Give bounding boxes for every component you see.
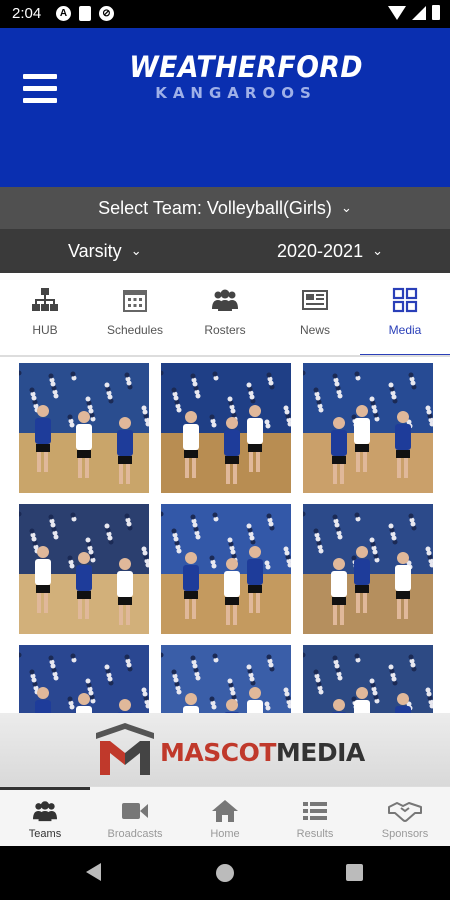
video-camera-icon bbox=[122, 803, 148, 819]
a-icon: A bbox=[56, 6, 71, 21]
app-header: WEATHERFORD KANGAROOS bbox=[0, 28, 450, 187]
grid-icon bbox=[392, 287, 418, 313]
chevron-down-icon: ⌄ bbox=[372, 243, 384, 258]
volleyball-photo-1[interactable] bbox=[19, 363, 149, 493]
home-circle-icon[interactable] bbox=[216, 864, 234, 882]
team-select-value: Volleyball(Girls) bbox=[206, 198, 332, 218]
status-bar: 2:04 A ⊘ bbox=[0, 0, 450, 28]
school-name: WEATHERFORD bbox=[129, 50, 363, 84]
school-logo: WEATHERFORD KANGAROOS bbox=[120, 50, 363, 102]
media-grid bbox=[19, 363, 433, 713]
volleyball-photo-9[interactable] bbox=[303, 645, 433, 713]
team-select-dropdown[interactable]: Select Team: Volleyball(Girls) ⌄ bbox=[0, 187, 450, 229]
status-time: 2:04 bbox=[12, 5, 42, 22]
nav-label: Broadcasts bbox=[107, 828, 163, 840]
signal-icon bbox=[412, 5, 426, 20]
team-select-label: Select Team: bbox=[98, 198, 202, 218]
tab-label: Schedules bbox=[106, 323, 164, 337]
tab-hub[interactable]: HUB bbox=[0, 273, 90, 357]
home-icon bbox=[212, 800, 238, 822]
season-select-dropdown[interactable]: 2020-2021 ⌄ bbox=[277, 241, 383, 262]
no-sync-icon: ⊘ bbox=[99, 6, 114, 21]
tab-news[interactable]: News bbox=[270, 273, 360, 357]
sponsor-name-part1: MASCOT bbox=[160, 738, 276, 767]
filter-bar: Varsity ⌄ 2020-2021 ⌄ bbox=[0, 229, 450, 273]
chevron-down-icon: ⌄ bbox=[340, 200, 352, 215]
nav-label: Teams bbox=[28, 828, 62, 840]
volleyball-photo-2[interactable] bbox=[161, 363, 291, 493]
back-icon[interactable] bbox=[86, 863, 101, 881]
volleyball-photo-5[interactable] bbox=[161, 504, 291, 634]
tab-label: News bbox=[299, 323, 330, 337]
school-mascot: KANGAROOS bbox=[155, 84, 317, 102]
battery-icon bbox=[432, 5, 440, 20]
nav-label: Home bbox=[210, 828, 240, 840]
nav-home[interactable]: Home bbox=[180, 787, 270, 847]
recents-icon[interactable] bbox=[346, 864, 363, 881]
section-tabs: HUB Schedules Rosters News Media bbox=[0, 273, 450, 357]
list-icon bbox=[303, 802, 327, 820]
nav-label: Results bbox=[296, 828, 334, 840]
mascot-media-logo-icon bbox=[96, 723, 154, 775]
volleyball-photo-8[interactable] bbox=[161, 645, 291, 713]
season-select-value: 2020-2021 bbox=[277, 241, 364, 261]
menu-icon[interactable] bbox=[23, 74, 57, 110]
tab-media[interactable]: Media bbox=[360, 273, 450, 357]
volleyball-photo-7[interactable] bbox=[19, 645, 149, 713]
nav-label: Sponsors bbox=[381, 828, 429, 840]
wifi-icon bbox=[388, 5, 406, 20]
hierarchy-icon bbox=[32, 288, 58, 311]
system-nav-bar bbox=[0, 846, 450, 900]
chevron-down-icon: ⌄ bbox=[130, 243, 142, 258]
people-icon bbox=[212, 289, 238, 311]
tab-label: Media bbox=[388, 323, 422, 337]
sponsor-name: MASCOTMEDIA bbox=[160, 738, 365, 767]
tab-rosters[interactable]: Rosters bbox=[180, 273, 270, 357]
handshake-icon bbox=[388, 802, 422, 822]
sponsor-banner[interactable]: MASCOTMEDIA bbox=[0, 713, 450, 786]
sponsor-name-part2: MEDIA bbox=[275, 738, 365, 767]
status-notification-icons: A ⊘ bbox=[56, 6, 114, 21]
tab-label: Rosters bbox=[204, 323, 246, 337]
status-system-icons bbox=[388, 5, 440, 20]
nav-results[interactable]: Results bbox=[270, 787, 360, 847]
volleyball-photo-4[interactable] bbox=[19, 504, 149, 634]
calendar-icon bbox=[123, 290, 147, 312]
newspaper-icon bbox=[302, 290, 328, 310]
people-icon bbox=[33, 801, 57, 822]
tabs-divider bbox=[0, 355, 450, 357]
level-select-dropdown[interactable]: Varsity ⌄ bbox=[68, 241, 142, 262]
level-select-value: Varsity bbox=[68, 241, 122, 261]
volleyball-photo-6[interactable] bbox=[303, 504, 433, 634]
volleyball-photo-3[interactable] bbox=[303, 363, 433, 493]
tab-label: HUB bbox=[32, 323, 58, 337]
sd-card-icon bbox=[79, 6, 91, 21]
nav-teams[interactable]: Teams bbox=[0, 787, 90, 847]
bottom-nav: Teams Broadcasts Home Results Sponsors bbox=[0, 786, 450, 846]
nav-broadcasts[interactable]: Broadcasts bbox=[90, 787, 180, 847]
tab-schedules[interactable]: Schedules bbox=[90, 273, 180, 357]
nav-sponsors[interactable]: Sponsors bbox=[360, 787, 450, 847]
